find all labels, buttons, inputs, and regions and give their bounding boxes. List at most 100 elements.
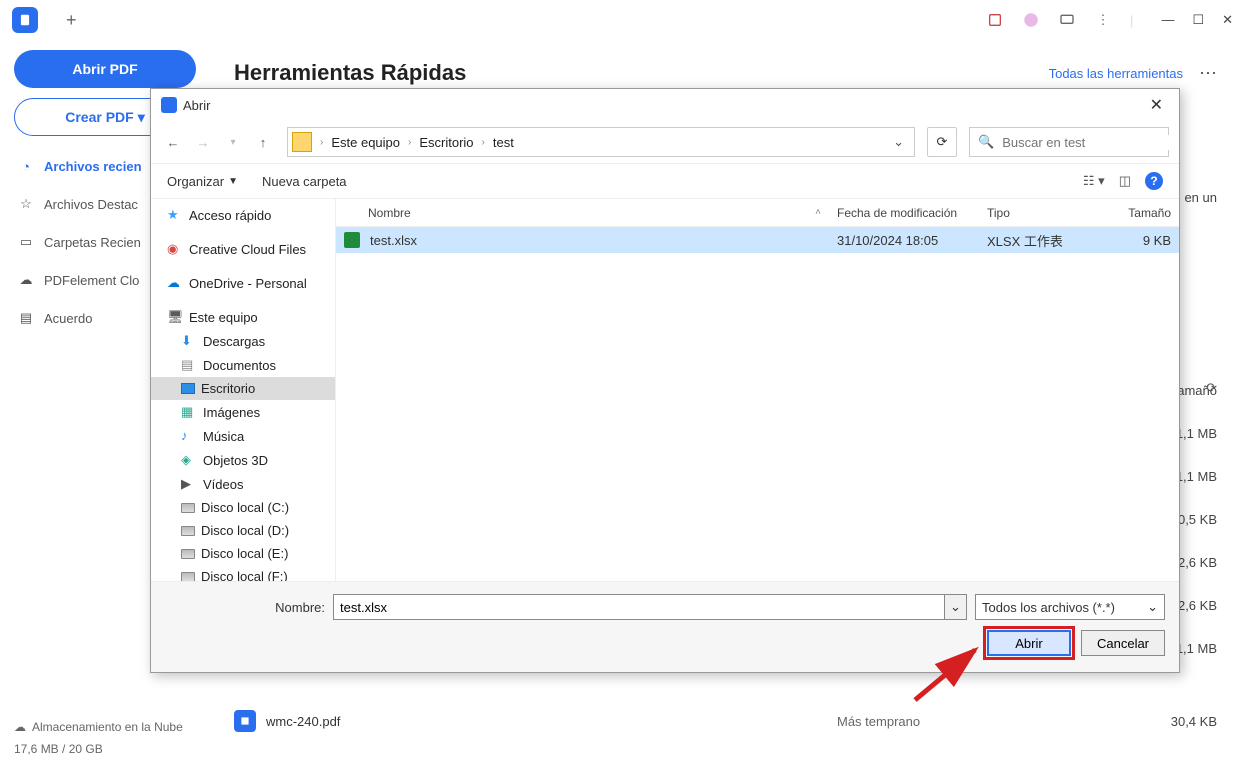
dialog-app-icon — [161, 97, 177, 113]
sidebar-item-label: PDFelement Clo — [44, 273, 139, 288]
file-open-dialog: Abrir ✕ ← → ▾ ↑ › Este equipo › Escritor… — [150, 88, 1180, 673]
sort-icon: ˄ — [815, 207, 821, 218]
storage-usage: 17,6 MB / 20 GB — [14, 742, 196, 756]
tree-downloads[interactable]: ⬇Descargas — [151, 329, 335, 353]
storage-link[interactable]: ☁ Almacenamiento en la Nube — [14, 720, 196, 734]
minimize-button[interactable]: — — [1161, 12, 1174, 28]
nav-forward-button[interactable]: → — [191, 130, 215, 154]
all-tools-link[interactable]: Todas las herramientas — [1049, 66, 1183, 81]
cloud-icon: ☁ — [14, 720, 26, 734]
notification-icon[interactable] — [986, 11, 1004, 29]
open-button[interactable]: Abrir — [987, 630, 1071, 656]
open-pdf-button[interactable]: Abrir PDF — [14, 50, 196, 88]
address-dropdown-icon[interactable]: ⌄ — [887, 134, 910, 150]
tree-documents[interactable]: ▤Documentos — [151, 353, 335, 377]
tree-creative-cloud[interactable]: ◉Creative Cloud Files — [151, 237, 335, 261]
preview-pane-button[interactable]: ◫ — [1119, 173, 1131, 189]
file-row[interactable]: test.xlsx 31/10/2024 18:05 XLSX 工作表 9 KB — [336, 227, 1179, 253]
cc-icon: ◉ — [167, 241, 183, 257]
menu-icon[interactable]: ⋮ — [1094, 11, 1112, 29]
titlebar-right: ⋮ | — ☐ ✕ — [986, 11, 1233, 29]
tree-disk-f[interactable]: Disco local (F:) — [151, 565, 335, 581]
tree-videos[interactable]: ▶Vídeos — [151, 472, 335, 496]
cancel-button[interactable]: Cancelar — [1081, 630, 1165, 656]
file-date: 31/10/2024 18:05 — [829, 233, 979, 248]
sidebar-item-label: Acuerdo — [44, 311, 92, 326]
cloud-icon: ☁ — [167, 275, 183, 291]
more-icon[interactable]: ⋯ — [1199, 63, 1217, 84]
tree-desktop[interactable]: Escritorio — [151, 377, 335, 400]
tree-3d-objects[interactable]: ◈Objetos 3D — [151, 448, 335, 472]
file-size: 9 KB — [1099, 233, 1179, 248]
document-icon: ▤ — [181, 357, 197, 373]
dialog-nav: ← → ▾ ↑ › Este equipo › Escritorio › tes… — [151, 121, 1179, 163]
nav-back-button[interactable]: ← — [161, 130, 185, 154]
close-button[interactable]: ✕ — [1222, 12, 1233, 28]
filename-input[interactable] — [333, 594, 945, 620]
download-icon: ⬇ — [181, 333, 197, 349]
folder-tree: ★Acceso rápido ◉Creative Cloud Files ☁On… — [151, 199, 336, 581]
cloud-icon: ☁ — [18, 272, 34, 288]
column-size[interactable]: Tamaño — [1099, 206, 1179, 220]
view-mode-button[interactable]: ☷ ▾ — [1083, 173, 1105, 189]
tree-quick-access[interactable]: ★Acceso rápido — [151, 203, 335, 227]
sidebar-item-label: Archivos recien — [44, 159, 142, 174]
sidebar-item-label: Archivos Destac — [44, 197, 138, 212]
tree-disk-d[interactable]: Disco local (D:) — [151, 519, 335, 542]
refresh-icon[interactable]: ⟳ — [1206, 380, 1217, 396]
new-tab-button[interactable]: + — [66, 10, 77, 31]
address-bar[interactable]: › Este equipo › Escritorio › test ⌄ — [287, 127, 915, 157]
file-type: XLSX 工作表 — [979, 231, 1099, 250]
tree-onedrive[interactable]: ☁OneDrive - Personal — [151, 271, 335, 295]
tree-this-pc[interactable]: 🖥Este equipo — [151, 305, 335, 329]
clock-icon: ◔ — [18, 158, 34, 174]
search-box[interactable]: 🔍 — [969, 127, 1169, 157]
chevron-down-icon: ⌄ — [1147, 599, 1158, 615]
file-name-label: wmc-240.pdf — [266, 714, 340, 729]
help-icon[interactable]: ? — [1145, 172, 1163, 190]
file-filter-dropdown[interactable]: Todos los archivos (*.*)⌄ — [975, 594, 1165, 620]
file-view: Nombre˄ Fecha de modificación Tipo Tamañ… — [336, 199, 1179, 581]
dialog-close-button[interactable]: ✕ — [1144, 93, 1169, 117]
tree-disk-e[interactable]: Disco local (E:) — [151, 542, 335, 565]
titlebar: + ⋮ | — ☐ ✕ — [0, 0, 1241, 40]
file-time: Más temprano — [837, 714, 1137, 729]
disk-icon — [181, 526, 195, 536]
star-icon: ★ — [167, 207, 183, 223]
new-folder-button[interactable]: Nueva carpeta — [262, 174, 347, 189]
folder-icon — [292, 132, 312, 152]
dialog-bottom: Nombre: ⌄ Todos los archivos (*.*)⌄ Abri… — [151, 581, 1179, 672]
dialog-titlebar: Abrir ✕ — [151, 89, 1179, 121]
video-icon: ▶ — [181, 476, 197, 492]
tree-music[interactable]: ♪Música — [151, 424, 335, 448]
filename-dropdown[interactable]: ⌄ — [945, 594, 967, 620]
breadcrumb[interactable]: Este equipo — [325, 135, 406, 150]
music-icon: ♪ — [181, 428, 197, 444]
sidebar-item-label: Carpetas Recien — [44, 235, 141, 250]
organize-button[interactable]: Organizar▼ — [167, 174, 238, 189]
column-type[interactable]: Tipo — [979, 206, 1099, 220]
tree-images[interactable]: ▦Imágenes — [151, 400, 335, 424]
file-size: 30,4 KB — [1137, 714, 1217, 729]
nav-up-button[interactable]: ↑ — [251, 130, 275, 154]
refresh-button[interactable]: ⟳ — [927, 127, 957, 157]
file-row[interactable]: wmc-240.pdf Más temprano 30,4 KB — [234, 700, 1217, 742]
maximize-button[interactable]: ☐ — [1192, 12, 1204, 28]
folder-icon: ▭ — [18, 234, 34, 250]
disk-icon — [181, 549, 195, 559]
breadcrumb[interactable]: test — [487, 135, 520, 150]
column-name[interactable]: Nombre˄ — [336, 206, 829, 220]
avatar-icon[interactable] — [1022, 11, 1040, 29]
breadcrumb[interactable]: Escritorio — [413, 135, 479, 150]
3d-icon: ◈ — [181, 452, 197, 468]
file-view-header: Nombre˄ Fecha de modificación Tipo Tamañ… — [336, 199, 1179, 227]
tree-disk-c[interactable]: Disco local (C:) — [151, 496, 335, 519]
image-icon: ▦ — [181, 404, 197, 420]
nav-recent-dropdown[interactable]: ▾ — [221, 130, 245, 154]
column-date[interactable]: Fecha de modificación — [829, 206, 979, 220]
desktop-icon — [181, 383, 195, 394]
chevron-down-icon: ▼ — [228, 176, 238, 187]
search-input[interactable] — [1002, 135, 1178, 150]
pdf-icon — [234, 710, 256, 732]
chat-icon[interactable] — [1058, 11, 1076, 29]
